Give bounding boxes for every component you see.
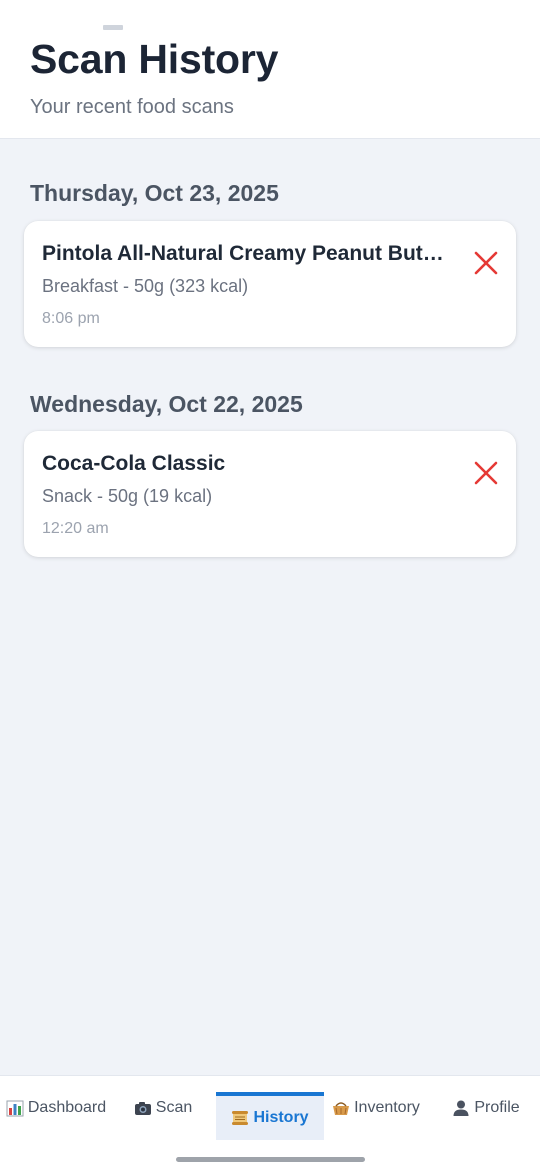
scan-time: 12:20 am — [42, 520, 109, 537]
nav-scan[interactable]: Scan — [122, 1076, 204, 1140]
nav-label: Dashboard — [27, 1099, 107, 1116]
close-icon — [474, 251, 498, 275]
food-name: Pintola All-Natural Creamy Peanut Butter — [42, 242, 447, 265]
delete-button[interactable] — [472, 249, 500, 277]
scan-card[interactable]: Pintola All-Natural Creamy Peanut Butter… — [24, 221, 516, 347]
bar-chart-icon — [6, 1100, 24, 1117]
scan-time: 8:06 pm — [42, 310, 100, 327]
nav-inventory[interactable]: Inventory — [326, 1076, 426, 1140]
basket-icon — [333, 1102, 350, 1115]
nav-profile[interactable]: Profile — [436, 1076, 536, 1140]
day-heading: Wednesday, Oct 22, 2025 — [30, 391, 303, 417]
nav-label: Scan — [155, 1099, 193, 1116]
camera-icon — [134, 1102, 151, 1115]
person-icon — [453, 1100, 469, 1116]
app-root: Scan History Your recent food scans Thur… — [0, 0, 540, 1170]
scroll-icon — [232, 1111, 249, 1125]
nav-label: Profile — [474, 1099, 520, 1116]
food-detail: Snack - 50g (19 kcal) — [42, 486, 213, 506]
nav-label: History — [253, 1109, 309, 1126]
food-detail: Breakfast - 50g (323 kcal) — [42, 276, 249, 296]
page-header: Scan History Your recent food scans — [0, 0, 540, 139]
bottom-nav: Dashboard Scan History Inventory Profile — [0, 1075, 540, 1170]
scan-card[interactable]: Coca-Cola Classic Snack - 50g (19 kcal) … — [24, 431, 516, 557]
page-subtitle: Your recent food scans — [30, 96, 234, 118]
home-indicator[interactable] — [176, 1157, 365, 1162]
day-heading: Thursday, Oct 23, 2025 — [30, 180, 279, 206]
nav-history[interactable]: History — [216, 1092, 324, 1140]
nav-dashboard[interactable]: Dashboard — [0, 1076, 112, 1140]
close-icon — [474, 461, 498, 485]
food-name: Coca-Cola Classic — [42, 452, 226, 475]
nav-label: Inventory — [354, 1099, 420, 1116]
status-indicator — [103, 25, 123, 30]
delete-button[interactable] — [472, 459, 500, 487]
page-title: Scan History — [30, 36, 279, 82]
